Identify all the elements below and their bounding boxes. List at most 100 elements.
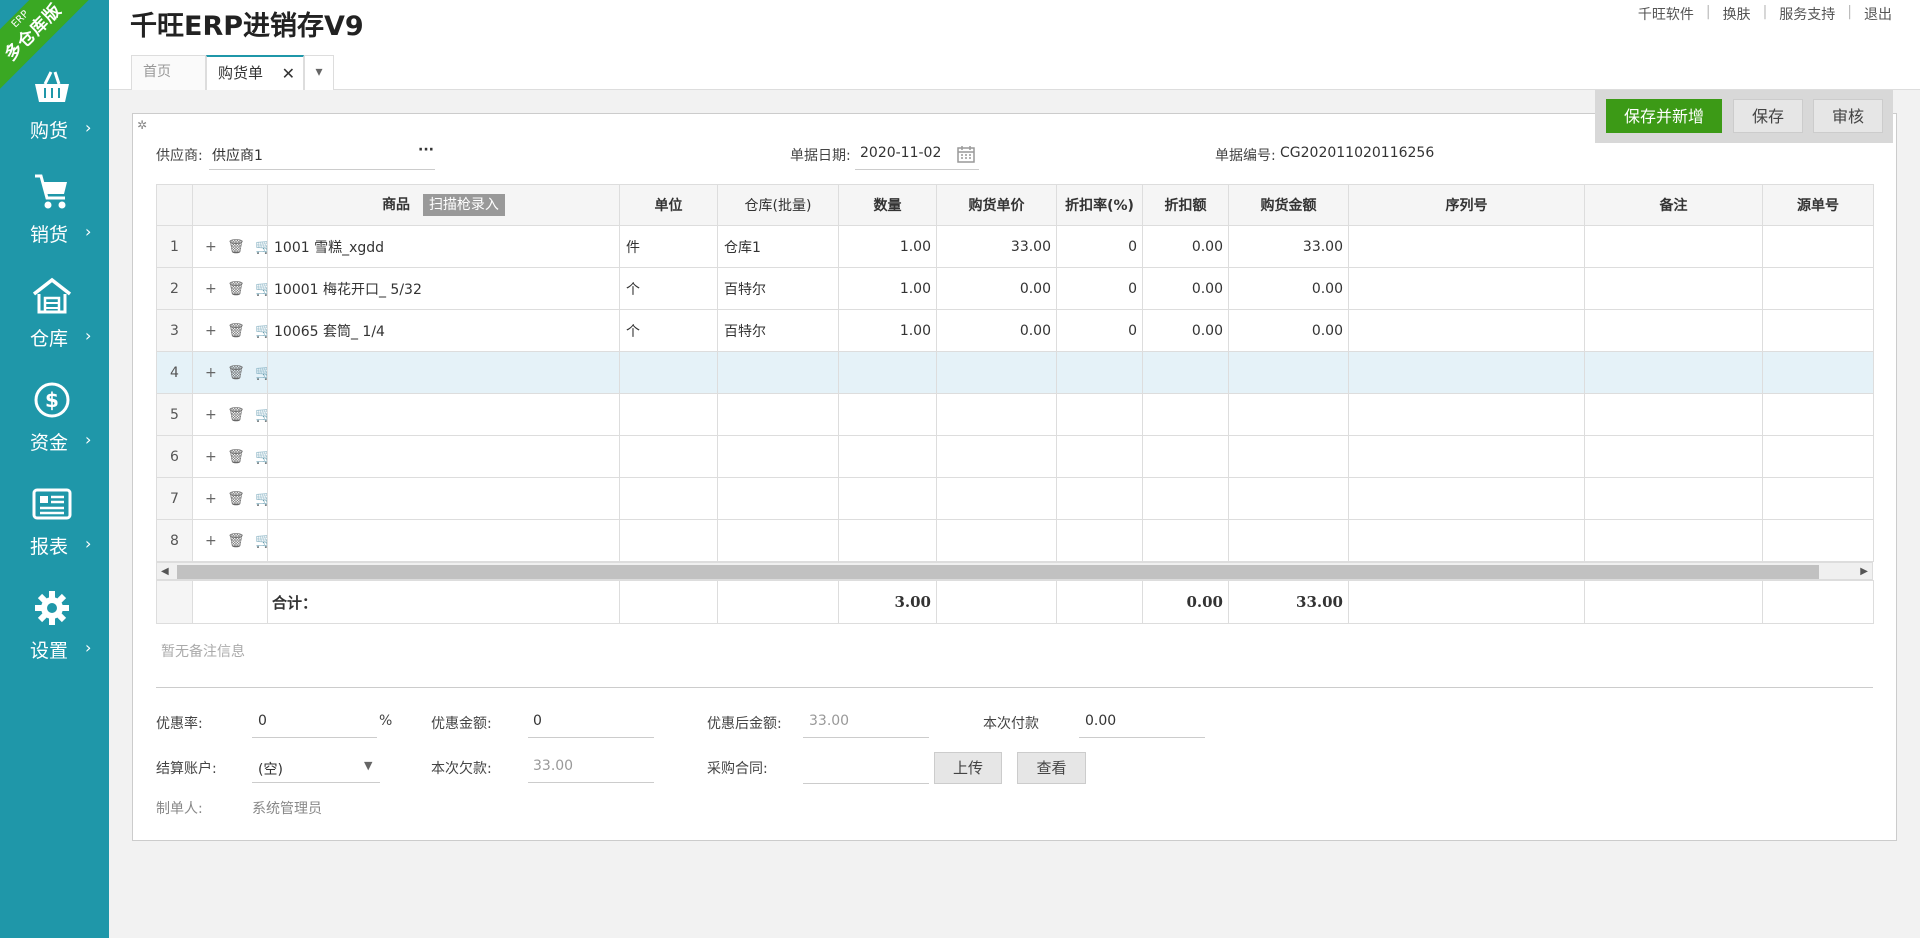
row-actions[interactable]: + 🗑 🛒 (192, 435, 268, 478)
cell-discount-rate[interactable] (1056, 351, 1143, 394)
table-row[interactable]: 6+ 🗑 🛒 (156, 435, 1874, 478)
cell-qty[interactable] (838, 351, 937, 394)
scroll-left-icon[interactable]: ◀ (161, 563, 169, 581)
cell-discount-amount[interactable] (1142, 435, 1229, 478)
table-row[interactable]: 5+ 🗑 🛒 (156, 393, 1874, 436)
cell-discount-rate[interactable]: 0 (1056, 267, 1143, 310)
cell-discount-rate[interactable] (1056, 393, 1143, 436)
cell-warehouse[interactable] (717, 393, 839, 436)
cell-source[interactable] (1762, 351, 1874, 394)
cell-serial[interactable] (1348, 477, 1585, 520)
link-support[interactable]: 服务支持 (1767, 4, 1847, 24)
link-qianwang[interactable]: 千旺软件 (1626, 4, 1706, 24)
remark-textarea[interactable]: 暂无备注信息 (156, 633, 1873, 688)
cell-price[interactable]: 0.00 (936, 309, 1057, 352)
row-actions[interactable]: + 🗑 🛒 (192, 477, 268, 520)
cell-goods[interactable] (267, 351, 620, 394)
cell-qty[interactable] (838, 519, 937, 562)
cell-qty[interactable]: 1.00 (838, 225, 937, 268)
cell-goods[interactable] (267, 393, 620, 436)
cell-amount[interactable]: 33.00 (1228, 225, 1349, 268)
cell-unit[interactable] (619, 477, 718, 520)
row-actions[interactable]: + 🗑 🛒 (192, 267, 268, 310)
cell-warehouse[interactable]: 百特尔 (717, 267, 839, 310)
cell-serial[interactable] (1348, 519, 1585, 562)
cell-discount-amount[interactable] (1142, 477, 1229, 520)
cell-amount[interactable]: 0.00 (1228, 267, 1349, 310)
cell-source[interactable] (1762, 477, 1874, 520)
cell-note[interactable] (1584, 309, 1763, 352)
cell-goods[interactable]: 10001 梅花开口_ 5/32 (267, 267, 620, 310)
cell-goods[interactable] (267, 435, 620, 478)
col-warehouse[interactable]: 仓库(批量) (717, 184, 839, 226)
cell-unit[interactable]: 件 (619, 225, 718, 268)
cell-note[interactable] (1584, 351, 1763, 394)
cell-qty[interactable] (838, 435, 937, 478)
cell-warehouse[interactable] (717, 351, 839, 394)
cell-discount-rate[interactable]: 0 (1056, 309, 1143, 352)
supplier-field[interactable]: 供应商1 (212, 145, 263, 165)
cell-price[interactable] (936, 435, 1057, 478)
cell-price[interactable] (936, 519, 1057, 562)
cell-goods[interactable] (267, 519, 620, 562)
cell-price[interactable] (936, 351, 1057, 394)
cell-amount[interactable] (1228, 519, 1349, 562)
cell-discount-rate[interactable] (1056, 435, 1143, 478)
row-actions[interactable]: + 🗑 🛒 (192, 519, 268, 562)
scroll-right-icon[interactable]: ▶ (1860, 563, 1868, 581)
link-logout[interactable]: 退出 (1852, 4, 1904, 24)
cell-discount-amount[interactable] (1142, 519, 1229, 562)
cell-goods[interactable]: 1001 雪糕_xgdd (267, 225, 620, 268)
sidebar-item-reports[interactable]: 报表 › (0, 484, 109, 588)
tab-home[interactable]: 首页 (131, 55, 206, 90)
discount-rate-input[interactable]: 0 (258, 713, 267, 729)
cell-warehouse[interactable] (717, 477, 839, 520)
cell-qty[interactable] (838, 477, 937, 520)
cell-discount-rate[interactable] (1056, 519, 1143, 562)
table-row[interactable]: 1+ 🗑 🛒1001 雪糕_xgdd件仓库11.0033.0000.0033.0… (156, 225, 1874, 268)
payment-input[interactable]: 0.00 (1085, 713, 1116, 729)
cell-warehouse[interactable] (717, 435, 839, 478)
cell-unit[interactable]: 个 (619, 267, 718, 310)
cell-source[interactable] (1762, 267, 1874, 310)
cell-price[interactable] (936, 393, 1057, 436)
cell-serial[interactable] (1348, 393, 1585, 436)
cell-note[interactable] (1584, 267, 1763, 310)
tab-purchase-order[interactable]: 购货单 ✕ (206, 55, 304, 90)
cell-discount-amount[interactable] (1142, 351, 1229, 394)
cell-goods[interactable]: 10065 套筒_ 1/4 (267, 309, 620, 352)
cell-discount-amount[interactable]: 0.00 (1142, 309, 1229, 352)
tab-dropdown[interactable]: ▾ (304, 55, 334, 90)
table-row[interactable]: 3+ 🗑 🛒10065 套筒_ 1/4个百特尔1.000.0000.000.00 (156, 309, 1874, 352)
sidebar-item-purchase[interactable]: 购货 › (0, 68, 109, 172)
cell-unit[interactable] (619, 393, 718, 436)
cell-note[interactable] (1584, 393, 1763, 436)
cell-warehouse[interactable]: 仓库1 (717, 225, 839, 268)
cell-note[interactable] (1584, 519, 1763, 562)
discount-amount-input[interactable]: 0 (533, 713, 542, 729)
cell-amount[interactable]: 0.00 (1228, 309, 1349, 352)
cell-unit[interactable]: 个 (619, 309, 718, 352)
audit-button[interactable]: 审核 (1813, 99, 1883, 133)
cell-note[interactable] (1584, 225, 1763, 268)
cell-price[interactable]: 0.00 (936, 267, 1057, 310)
chevron-down-icon[interactable]: ▼ (364, 759, 372, 772)
view-button[interactable]: 查看 (1017, 752, 1086, 784)
cell-unit[interactable] (619, 519, 718, 562)
cell-qty[interactable]: 1.00 (838, 267, 937, 310)
sidebar-item-funds[interactable]: $ 资金 › (0, 380, 109, 484)
save-button[interactable]: 保存 (1733, 99, 1803, 133)
sidebar-item-settings[interactable]: 设置 › (0, 588, 109, 692)
table-row[interactable]: 4+ 🗑 🛒 (156, 351, 1874, 394)
cell-price[interactable]: 33.00 (936, 225, 1057, 268)
cell-note[interactable] (1584, 435, 1763, 478)
row-actions[interactable]: + 🗑 🛒 (192, 351, 268, 394)
cell-serial[interactable] (1348, 309, 1585, 352)
cell-source[interactable] (1762, 435, 1874, 478)
cell-warehouse[interactable] (717, 519, 839, 562)
cell-qty[interactable] (838, 393, 937, 436)
cell-amount[interactable] (1228, 393, 1349, 436)
scrollbar-thumb[interactable] (177, 565, 1819, 579)
cell-discount-amount[interactable]: 0.00 (1142, 225, 1229, 268)
contract-field[interactable] (803, 783, 929, 784)
